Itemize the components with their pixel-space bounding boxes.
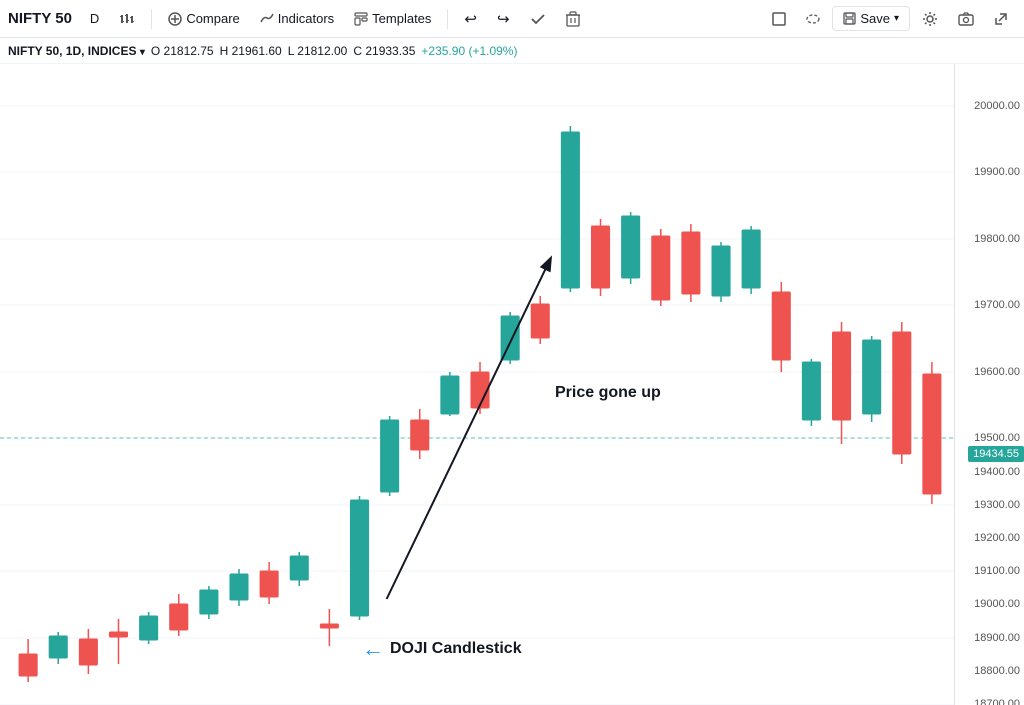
bar-type-button[interactable]: [111, 7, 143, 31]
info-open: O 21812.75: [151, 44, 214, 58]
main-toolbar: NIFTY 50 D Compare Indicators Templates …: [0, 0, 1024, 38]
timeframe-button[interactable]: D: [82, 7, 107, 30]
price-annotation: Price gone up: [555, 384, 661, 402]
info-low: L 21812.00: [288, 44, 348, 58]
settings-button[interactable]: [914, 7, 946, 31]
trash-button[interactable]: [558, 7, 588, 31]
camera-button[interactable]: [950, 8, 982, 30]
redo-button[interactable]: ↪: [489, 6, 518, 32]
price-20000: 20000.00: [974, 100, 1020, 112]
price-19500: 19500.00: [974, 432, 1020, 444]
export-button[interactable]: [986, 8, 1016, 30]
price-19200: 19200.00: [974, 532, 1020, 544]
checkmark-icon: [530, 11, 546, 27]
undo-button[interactable]: ↩: [456, 6, 485, 32]
indicators-icon: [260, 12, 274, 26]
export-icon: [994, 12, 1008, 26]
doji-label: ← DOJI Candlestick: [362, 636, 522, 662]
save-icon: [843, 12, 856, 25]
doji-arrow-icon: ←: [362, 636, 384, 662]
chart-main[interactable]: .grid-line { stroke: #f0f3fa; stroke-wid…: [0, 64, 954, 705]
price-18700: 18700.00: [974, 698, 1020, 705]
separator-1: [151, 9, 152, 29]
compare-label: Compare: [186, 11, 239, 26]
info-high: H 21961.60: [220, 44, 282, 58]
doji-text: DOJI Candlestick: [390, 640, 522, 658]
templates-label: Templates: [372, 11, 431, 26]
rectangle-icon: [772, 12, 786, 26]
indicators-button[interactable]: Indicators: [252, 7, 342, 30]
lasso-icon: [806, 12, 820, 26]
redo-icon: ↪: [497, 10, 510, 28]
price-19300: 19300.00: [974, 499, 1020, 511]
price-19900: 19900.00: [974, 166, 1020, 178]
price-18800: 18800.00: [974, 665, 1020, 677]
templates-button[interactable]: Templates: [346, 7, 439, 30]
price-19400: 19400.00: [974, 466, 1020, 478]
gear-icon: [922, 11, 938, 27]
camera-icon: [958, 12, 974, 26]
compare-button[interactable]: Compare: [160, 7, 247, 30]
chart-container: .grid-line { stroke: #f0f3fa; stroke-wid…: [0, 64, 1024, 705]
price-19600: 19600.00: [974, 366, 1020, 378]
rectangle-button[interactable]: [764, 8, 794, 30]
price-19700: 19700.00: [974, 299, 1020, 311]
price-axis: 20000.00 19900.00 19800.00 19700.00 1960…: [954, 64, 1024, 705]
save-label: Save: [860, 11, 890, 26]
price-18900: 18900.00: [974, 632, 1020, 644]
indicators-label: Indicators: [278, 11, 334, 26]
separator-2: [447, 9, 448, 29]
timeframe-label: D: [90, 11, 99, 26]
price-19800: 19800.00: [974, 233, 1020, 245]
price-19100: 19100.00: [974, 565, 1020, 577]
info-change: +235.90 (+1.09%): [421, 44, 517, 58]
save-button[interactable]: Save ▾: [832, 6, 910, 31]
price-19000: 19000.00: [974, 598, 1020, 610]
info-bar: NIFTY 50, 1D, INDICES ▾ O 21812.75 H 219…: [0, 38, 1024, 64]
save-chevron: ▾: [894, 13, 899, 24]
compare-icon: [168, 12, 182, 26]
info-symbol: NIFTY 50, 1D, INDICES ▾: [8, 44, 145, 58]
chart-svg: .grid-line { stroke: #f0f3fa; stroke-wid…: [0, 64, 954, 705]
checkmark-button[interactable]: [522, 7, 554, 31]
info-dropdown-arrow[interactable]: ▾: [140, 47, 145, 58]
toolbar-right: Save ▾: [764, 6, 1016, 31]
undo-icon: ↩: [464, 10, 477, 28]
bar-type-icon: [119, 11, 135, 27]
price-current: 19434.55: [968, 446, 1024, 462]
symbol-label: NIFTY 50: [8, 10, 72, 27]
templates-icon: [354, 12, 368, 26]
lasso-button[interactable]: [798, 8, 828, 30]
trash-icon: [566, 11, 580, 27]
info-close: C 21933.35: [353, 44, 415, 58]
